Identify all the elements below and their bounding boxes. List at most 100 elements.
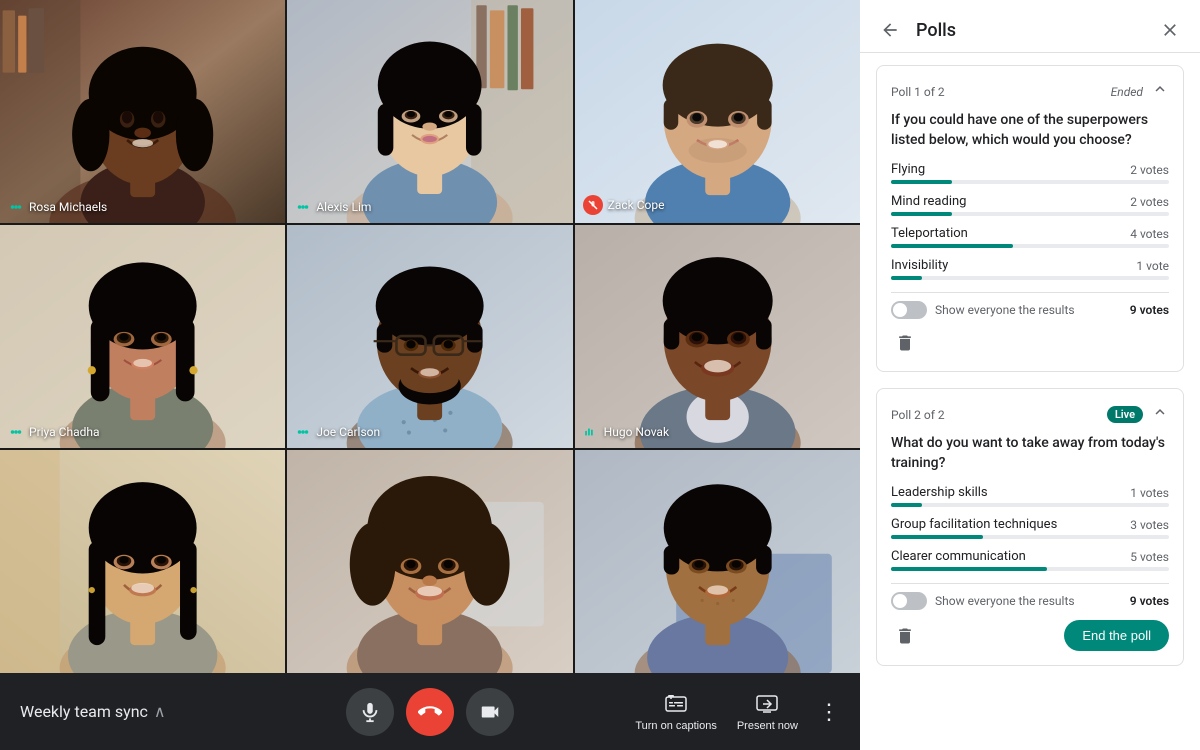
mic-icon-1 <box>8 199 24 215</box>
poll-2-option-1-bar-bg <box>891 503 1169 507</box>
poll-1-question: If you could have one of the superpowers… <box>891 111 1169 150</box>
poll-2-status: Live <box>1107 406 1143 423</box>
poll-1-show-results: Show everyone the results 9 votes <box>891 292 1169 319</box>
poll-1-option-4: Invisibility 1 vote <box>891 258 1169 280</box>
poll-2-number: Poll 2 of 2 <box>891 408 945 422</box>
poll-2-option-3-bar-bg <box>891 567 1169 571</box>
poll-1-collapse-button[interactable] <box>1151 80 1169 103</box>
mic-speaking-icon-6 <box>583 424 599 440</box>
poll-1-option-2-label: Mind reading <box>891 194 966 209</box>
polls-title: Polls <box>916 20 1144 41</box>
poll-2-header-row: Poll 2 of 2 Live <box>891 403 1169 426</box>
poll-1-toggle-row: Show everyone the results <box>891 301 1075 319</box>
end-call-button[interactable] <box>406 688 454 736</box>
poll-1-option-3-label: Teleportation <box>891 226 968 241</box>
poll-1-option-3-votes: 4 votes <box>1130 227 1169 241</box>
poll-1-status: Ended <box>1111 85 1143 99</box>
poll-1-option-4-bar-bg <box>891 276 1169 280</box>
poll-1-number: Poll 1 of 2 <box>891 85 945 99</box>
poll-1-option-4-votes: 1 vote <box>1136 259 1169 273</box>
poll-1-toggle[interactable] <box>891 301 927 319</box>
poll-2-option-2-label: Group facilitation techniques <box>891 517 1057 532</box>
poll-2-toggle[interactable] <box>891 592 927 610</box>
video-cell-7 <box>0 450 285 673</box>
poll-2-footer: End the poll <box>891 620 1169 651</box>
mic-icon-2 <box>295 199 311 215</box>
participant-label-4: Priya Chadha <box>8 424 100 440</box>
poll-1-option-4-label: Invisibility <box>891 258 948 273</box>
poll-2-show-results-label: Show everyone the results <box>935 594 1075 608</box>
participant-label-5: Joe Carlson <box>295 424 380 440</box>
poll-2-toggle-row: Show everyone the results <box>891 592 1075 610</box>
poll-1-show-results-label: Show everyone the results <box>935 303 1075 317</box>
camera-toggle-button[interactable] <box>466 688 514 736</box>
poll-1-option-2-bar-bg <box>891 212 1169 216</box>
poll-1-option-3-bar <box>891 244 1013 248</box>
poll-2-total-votes: 9 votes <box>1130 594 1169 608</box>
poll-2-show-results: Show everyone the results 9 votes <box>891 583 1169 610</box>
poll-1-option-1-bar <box>891 180 952 184</box>
participant-label-3: Zack Cope <box>583 195 665 215</box>
poll-1-option-3: Teleportation 4 votes <box>891 226 1169 248</box>
poll-2-option-2-votes: 3 votes <box>1130 518 1169 532</box>
poll-2-collapse-button[interactable] <box>1151 403 1169 426</box>
mic-icon-4 <box>8 424 24 440</box>
poll-1-total-votes: 9 votes <box>1130 303 1169 317</box>
poll-2-option-2: Group facilitation techniques 3 votes <box>891 517 1169 539</box>
video-cell-3: Zack Cope <box>575 0 860 223</box>
poll-1-option-1-label: Flying <box>891 162 925 177</box>
poll-2-option-1-label: Leadership skills <box>891 485 988 500</box>
poll-1-option-1: Flying 2 votes <box>891 162 1169 184</box>
polls-panel: Polls Poll 1 of 2 Ended If you <box>860 0 1200 750</box>
poll-2-option-3-label: Clearer communication <box>891 549 1026 564</box>
video-cell-1: Rosa Michaels <box>0 0 285 223</box>
participant-name-4: Priya Chadha <box>29 425 100 439</box>
bottom-bar: Weekly team sync ∧ <box>0 673 860 750</box>
captions-button[interactable]: Turn on captions <box>635 692 717 732</box>
video-cell-4: Priya Chadha <box>0 225 285 448</box>
controls-right: Turn on captions Present now ⋮ <box>635 692 840 732</box>
video-cell-6: Hugo Novak <box>575 225 860 448</box>
mic-icon-5 <box>295 424 311 440</box>
participant-label-1: Rosa Michaels <box>8 199 107 215</box>
poll-1-delete-button[interactable] <box>891 329 919 357</box>
poll-2-option-1: Leadership skills 1 votes <box>891 485 1169 507</box>
video-cell-5: Joe Carlson <box>287 225 572 448</box>
present-button[interactable]: Present now <box>737 692 798 732</box>
poll-2-option-1-votes: 1 votes <box>1130 486 1169 500</box>
video-cell-9 <box>575 450 860 673</box>
meeting-title-area[interactable]: Weekly team sync ∧ <box>20 702 166 721</box>
poll-1-option-3-bar-bg <box>891 244 1169 248</box>
participant-label-2: Alexis Lim <box>295 199 371 215</box>
video-cell-8 <box>287 450 572 673</box>
poll-2-delete-button[interactable] <box>891 622 919 650</box>
poll-1-option-2-bar <box>891 212 952 216</box>
participant-name-3: Zack Cope <box>608 198 665 212</box>
participant-name-2: Alexis Lim <box>316 200 371 214</box>
poll-1-footer <box>891 329 1169 357</box>
polls-header: Polls <box>860 0 1200 53</box>
poll-1-option-4-bar <box>891 276 922 280</box>
end-poll-button[interactable]: End the poll <box>1064 620 1169 651</box>
polls-close-button[interactable] <box>1156 16 1184 44</box>
mic-toggle-button[interactable] <box>346 688 394 736</box>
poll-1-option-2-votes: 2 votes <box>1130 195 1169 209</box>
mic-muted-icon-3 <box>583 195 603 215</box>
meeting-title-chevron: ∧ <box>154 702 166 721</box>
poll-2-option-1-bar <box>891 503 922 507</box>
polls-back-button[interactable] <box>876 16 904 44</box>
participant-name-5: Joe Carlson <box>316 425 380 439</box>
poll-1-option-1-votes: 2 votes <box>1130 163 1169 177</box>
polls-content: Poll 1 of 2 Ended If you could have one … <box>860 53 1200 750</box>
video-grid: Rosa Michaels <box>0 0 860 673</box>
poll-1-option-2: Mind reading 2 votes <box>891 194 1169 216</box>
poll-2-option-3-votes: 5 votes <box>1130 550 1169 564</box>
meeting-title: Weekly team sync <box>20 702 148 721</box>
more-options-button[interactable]: ⋮ <box>818 699 840 725</box>
video-cell-2: Alexis Lim <box>287 0 572 223</box>
poll-1-header-row: Poll 1 of 2 Ended <box>891 80 1169 103</box>
controls-center <box>346 688 514 736</box>
poll-1-option-1-bar-bg <box>891 180 1169 184</box>
poll-2-option-3: Clearer communication 5 votes <box>891 549 1169 571</box>
participant-name-1: Rosa Michaels <box>29 200 107 214</box>
